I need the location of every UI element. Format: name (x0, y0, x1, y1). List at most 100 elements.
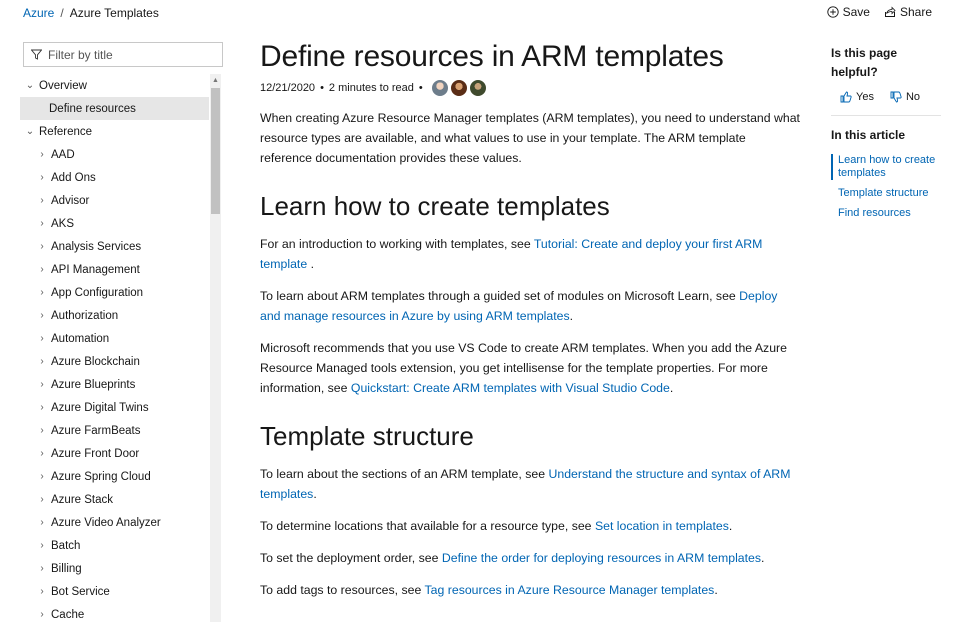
yes-label: Yes (856, 91, 874, 103)
toc-label: App Configuration (51, 286, 144, 299)
read-time: 2 minutes to read (328, 82, 414, 94)
toc-item-reference-child[interactable]: › Authorization (20, 304, 209, 327)
toc-item-reference-child[interactable]: › Azure FarmBeats (20, 419, 209, 442)
chevron-right-icon: › (40, 494, 44, 505)
breadcrumb-azure-templates[interactable]: Azure Templates (70, 6, 159, 20)
avatar[interactable] (430, 79, 449, 97)
no-button[interactable]: No (890, 91, 920, 103)
no-label: No (905, 91, 921, 103)
breadcrumb: Azure / Azure Templates (23, 6, 159, 20)
avatar[interactable] (449, 79, 468, 97)
toc-item-reference-child[interactable]: › AAD (20, 143, 209, 166)
avatar[interactable] (468, 79, 487, 97)
toc-item-reference-child[interactable]: › Azure Spring Cloud (20, 465, 209, 488)
chevron-down-icon: ⌄ (25, 80, 35, 91)
toc-label: Azure Spring Cloud (51, 470, 151, 483)
toc-item-reference-child[interactable]: › Azure Digital Twins (20, 396, 209, 419)
paragraph: To determine locations that available fo… (260, 519, 733, 533)
toc-item-reference-child[interactable]: › Azure Video Analyzer (20, 511, 209, 534)
chevron-right-icon: › (40, 540, 44, 551)
toc-item-reference-child[interactable]: › API Management (20, 258, 209, 281)
toc-item-reference-child[interactable]: › AKS (20, 212, 209, 235)
helpful-question: Is this page helpful? (831, 46, 898, 79)
chevron-right-icon: › (40, 517, 44, 528)
share-button[interactable]: Share (884, 5, 932, 19)
share-icon (884, 6, 896, 17)
chevron-right-icon: › (40, 172, 44, 183)
toc-scrollbar[interactable]: ▲ (210, 74, 221, 622)
toc-item-reference-child[interactable]: › Azure Front Door (20, 442, 209, 465)
toc-label: Define resources (49, 102, 136, 115)
heading-learn-how: Learn how to create templates (260, 191, 610, 221)
rail-link-template-structure[interactable]: Template structure (831, 187, 941, 200)
breadcrumb-separator: / (60, 6, 64, 20)
toc-label: Azure Blockchain (51, 355, 140, 368)
feedback-buttons: Yes No (840, 91, 941, 103)
chevron-right-icon: › (40, 264, 44, 275)
toc-label: Analysis Services (51, 240, 142, 253)
toc-label: Azure Front Door (51, 447, 140, 460)
in-article-links: Learn how to create templates Template s… (831, 154, 941, 220)
toc-label: Overview (39, 79, 87, 92)
toc-item-reference-child[interactable]: › Batch (20, 534, 209, 557)
chevron-down-icon: ⌄ (25, 126, 35, 137)
right-rail: Is this page helpful? Yes No In this art… (831, 44, 941, 227)
toc-item-reference-child[interactable]: › Analysis Services (20, 235, 209, 258)
toc-item-overview[interactable]: ⌄ Overview (20, 74, 209, 97)
toc-item-reference-child[interactable]: › Azure Stack (20, 488, 209, 511)
chevron-right-icon: › (40, 471, 44, 482)
contributors (430, 79, 487, 97)
paragraph: To add tags to resources, see Tag resour… (260, 583, 718, 597)
toc-item-reference[interactable]: ⌄ Reference (20, 120, 209, 143)
toc-label: Add Ons (51, 171, 96, 184)
meta-separator: • (418, 82, 423, 94)
toc-item-reference-child[interactable]: › Automation (20, 327, 209, 350)
chevron-right-icon: › (40, 287, 44, 298)
paragraph: For an introduction to working with temp… (260, 237, 763, 271)
article-meta: 12/21/2020 • 2 minutes to read • (260, 77, 800, 99)
link-set-location[interactable]: Set location in templates (595, 519, 729, 533)
meta-separator: • (320, 82, 324, 94)
link-tag-resources[interactable]: Tag resources in Azure Resource Manager … (425, 583, 715, 597)
rail-link-learn-how[interactable]: Learn how to create templates (831, 154, 941, 180)
scrollbar-thumb[interactable] (211, 88, 220, 214)
rail-link-find-resources[interactable]: Find resources (831, 207, 941, 220)
breadcrumb-azure[interactable]: Azure (23, 6, 54, 20)
filter-icon (31, 49, 42, 60)
toc-label: AAD (51, 148, 75, 161)
table-of-contents: ⌄ Overview Define resources ⌄ Reference … (20, 74, 209, 622)
toc-item-reference-child[interactable]: › Cache (20, 603, 209, 622)
chevron-right-icon: › (40, 149, 44, 160)
paragraph: Microsoft recommends that you use VS Cod… (260, 341, 787, 395)
yes-button[interactable]: Yes (840, 91, 874, 103)
chevron-right-icon: › (40, 333, 44, 344)
toc-label: Cache (51, 608, 85, 621)
filter-input[interactable] (48, 47, 218, 62)
toc-item-reference-child[interactable]: › App Configuration (20, 281, 209, 304)
save-button[interactable]: Save (826, 5, 870, 19)
toc-item-reference-child[interactable]: › Bot Service (20, 580, 209, 603)
chevron-right-icon: › (40, 609, 44, 620)
chevron-right-icon: › (40, 356, 44, 367)
article-date: 12/21/2020 (260, 82, 316, 94)
toc-item-reference-child[interactable]: › Advisor (20, 189, 209, 212)
toc-label: Azure Video Analyzer (51, 516, 161, 529)
chevron-right-icon: › (40, 586, 44, 597)
toc-item-reference-child[interactable]: › Billing (20, 557, 209, 580)
heading-template-structure: Template structure (260, 421, 474, 451)
toc-item-define-resources[interactable]: Define resources (20, 97, 209, 120)
toc-item-reference-child[interactable]: › Azure Blockchain (20, 350, 209, 373)
chevron-right-icon: › (40, 310, 44, 321)
toc-label: API Management (51, 263, 140, 276)
link-quickstart[interactable]: Quickstart: Create ARM templates with Vi… (351, 381, 670, 395)
in-this-article-heading: In this article (831, 115, 941, 142)
toc-item-reference-child[interactable]: › Add Ons (20, 166, 209, 189)
toc-label: Azure Stack (51, 493, 113, 506)
toc-label: Azure Blueprints (51, 378, 136, 391)
scroll-up-icon[interactable]: ▲ (210, 74, 221, 86)
toc-label: Authorization (51, 309, 119, 322)
toc-label: AKS (51, 217, 75, 230)
link-deploy-order[interactable]: Define the order for deploying resources… (442, 551, 761, 565)
toc-label: Azure FarmBeats (51, 424, 141, 437)
toc-item-reference-child[interactable]: › Azure Blueprints (20, 373, 209, 396)
